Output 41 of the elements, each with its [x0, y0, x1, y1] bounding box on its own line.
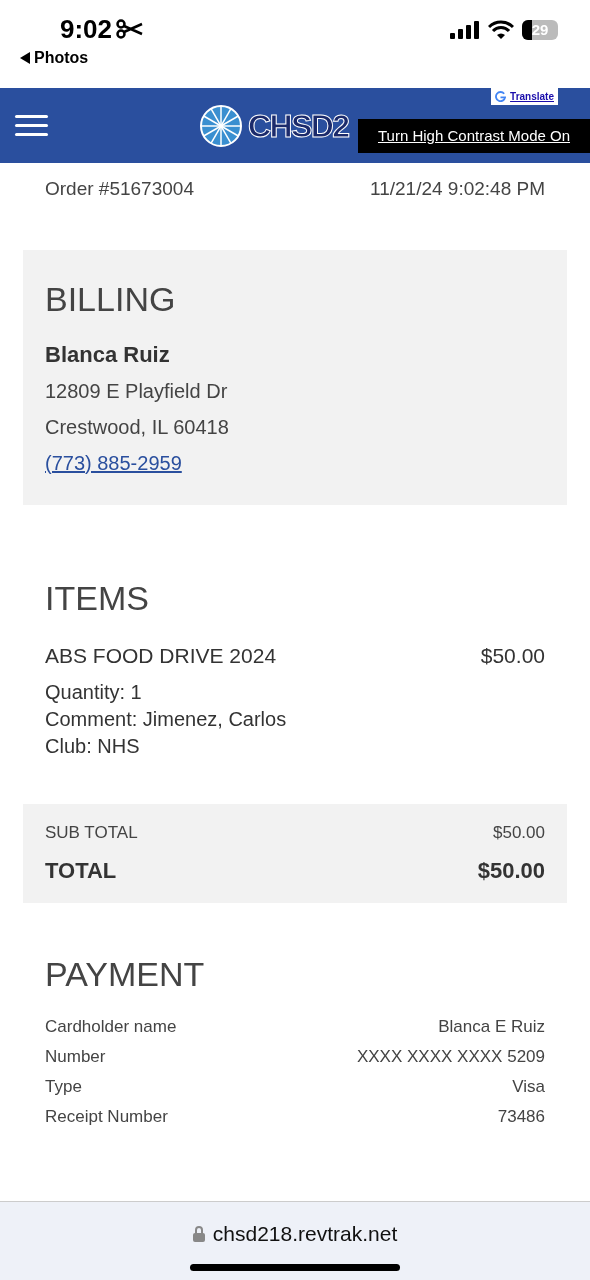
item-detail: Quantity: 1 [45, 680, 143, 705]
payment-value: Blanca E Ruiz [438, 1015, 545, 1038]
total-label: SUB TOTAL [45, 822, 138, 844]
google-logo-icon [495, 91, 507, 102]
billing-name: Blanca Ruiz [45, 340, 171, 369]
payment-label: Receipt Number [45, 1105, 168, 1128]
order-number: Order #51673004 [45, 177, 194, 201]
logo-text: CHSD2 [248, 109, 349, 142]
section-title: PAYMENT [45, 953, 206, 995]
section-title: ITEMS [45, 577, 150, 619]
battery-indicator: 29 [522, 20, 558, 40]
address-line: 12809 E Playfield Dr [45, 378, 229, 404]
payment-label: Type [45, 1075, 82, 1098]
payment-value: XXXX XXXX XXXX 5209 [356, 1045, 545, 1068]
lock-icon [192, 1225, 205, 1242]
order-date: 11/21/24 9:02:48 PM [370, 177, 545, 201]
phone-link[interactable]: (773) 885-2959 [45, 444, 182, 481]
payment-value: Visa [512, 1075, 545, 1098]
status-time: 9:02 [60, 16, 113, 42]
signal-icon [450, 21, 480, 39]
item-name: ABS FOOD DRIVE 2024 [45, 642, 277, 669]
address-line: Crestwood, IL 60418 [45, 414, 230, 440]
back-triangle-icon [20, 52, 30, 64]
payment-value: 73486 [497, 1105, 545, 1128]
payment-label: Number [45, 1045, 106, 1068]
item-detail: Club: NHS [45, 734, 141, 759]
payment-label: Cardholder name [45, 1015, 177, 1038]
item-detail: Comment: Jimenez, Carlos [45, 707, 288, 732]
menu-icon[interactable] [15, 115, 48, 136]
total-value: $50.00 [493, 822, 545, 844]
back-to-photos-link[interactable]: Photos [20, 46, 145, 70]
scissors-icon [116, 19, 145, 39]
translate-button[interactable]: Translate [491, 88, 558, 105]
wifi-icon [488, 20, 514, 40]
flower-logo-icon [198, 102, 244, 149]
total-value: $50.00 [477, 856, 545, 885]
section-title: BILLING [45, 278, 177, 320]
item-price: $50.00 [480, 642, 545, 669]
url-text[interactable]: chsd218.revtrak.net [212, 1218, 398, 1250]
high-contrast-button[interactable]: Turn High Contrast Mode On [358, 119, 590, 153]
total-label: TOTAL [45, 856, 117, 885]
